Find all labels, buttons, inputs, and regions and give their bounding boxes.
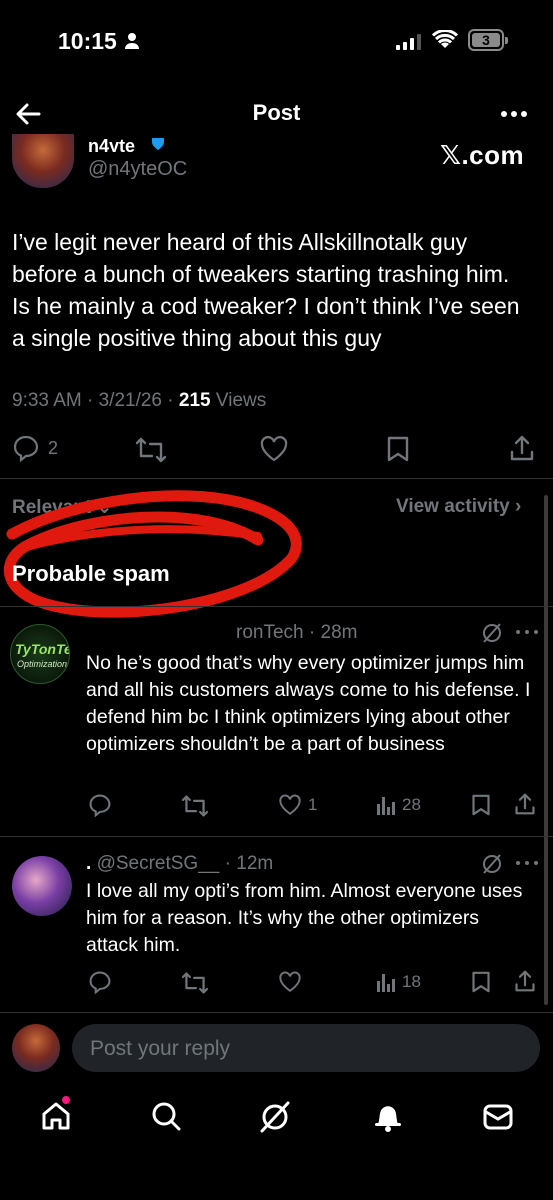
person-icon <box>125 33 139 49</box>
author-handle[interactable]: @n4yteOC <box>88 158 187 181</box>
reply-time: · 28m <box>308 622 358 643</box>
share-icon[interactable] <box>514 969 536 993</box>
views-icon <box>377 974 395 992</box>
reply-count: 2 <box>48 437 59 458</box>
views-count: 28 <box>402 795 421 814</box>
scrollbar[interactable] <box>544 495 548 1005</box>
view-activity-link[interactable]: View activity › <box>396 496 521 518</box>
reply-input-placeholder: Post your reply <box>90 1037 231 1060</box>
post-text: I’ve legit never heard of this Allskilln… <box>12 229 520 351</box>
reply-header: ronTech · 28m <box>236 622 357 644</box>
reply-time: · 12m <box>224 853 274 874</box>
watermark: 𝕏.com <box>440 140 525 170</box>
like-button[interactable]: 1 <box>278 793 317 817</box>
more-icon[interactable] <box>515 858 539 868</box>
reply-handle[interactable]: @SecretSG__ <box>97 853 220 874</box>
repost-icon[interactable] <box>180 794 210 818</box>
avatar-logo-text: TyTonTech <box>15 641 69 657</box>
views-label: Views <box>215 390 267 411</box>
post-date: 3/21/26 <box>98 390 163 411</box>
like-count: 1 <box>308 795 318 814</box>
share-icon[interactable] <box>514 792 536 816</box>
bell-icon[interactable] <box>372 1100 404 1134</box>
views-button[interactable]: 18 <box>376 971 421 993</box>
reply-avatar[interactable]: TyTonTech Optimizations <box>10 624 70 684</box>
post-time: 9:33 AM <box>12 390 82 411</box>
reply-button[interactable]: 2 <box>12 434 58 462</box>
notification-dot <box>62 1096 70 1104</box>
more-icon[interactable] <box>500 102 528 126</box>
bookmark-icon[interactable] <box>471 793 491 817</box>
home-icon[interactable] <box>40 1100 72 1132</box>
section-title: Probable spam <box>12 561 170 586</box>
reply-name-fragment[interactable]: ronTech <box>236 622 304 643</box>
like-icon[interactable] <box>259 435 289 463</box>
grok-icon[interactable] <box>258 1100 292 1134</box>
divider <box>0 478 553 479</box>
red-circle-annotation <box>3 490 302 618</box>
wifi-icon <box>432 30 458 48</box>
share-icon[interactable] <box>509 434 535 462</box>
reply-name[interactable]: . <box>86 853 91 874</box>
views-count: 18 <box>402 972 421 991</box>
status-time: 10:15 <box>58 28 117 54</box>
reply-header: . @SecretSG__ · 12m <box>86 853 273 875</box>
more-icon[interactable] <box>515 627 539 637</box>
like-icon <box>279 794 301 815</box>
reply-icon[interactable] <box>88 793 112 817</box>
bookmark-icon[interactable] <box>471 970 491 994</box>
post-meta: 9:33 AM · 3/21/26 · 215 Views <box>12 390 267 411</box>
reply-icon[interactable] <box>88 970 112 994</box>
reply-text: I love all my opti’s from him. Almost ev… <box>86 880 523 956</box>
battery-icon: 3 <box>468 29 508 51</box>
signal-icon <box>396 34 421 50</box>
like-icon[interactable] <box>278 970 302 994</box>
reply-text: No he’s good that’s why every optimizer … <box>86 652 531 755</box>
divider <box>0 836 553 837</box>
avatar-logo-subtext: Optimizations <box>17 659 70 669</box>
views-button[interactable]: 28 <box>376 794 421 816</box>
grok-icon[interactable] <box>481 622 503 644</box>
author-name[interactable]: n4yte <box>88 136 135 152</box>
status-bar: 10:15 3 <box>0 0 553 80</box>
repost-icon[interactable] <box>134 436 168 464</box>
reply-avatar[interactable] <box>12 856 72 916</box>
search-icon[interactable] <box>150 1100 182 1132</box>
divider <box>0 606 553 607</box>
repost-icon[interactable] <box>180 971 210 995</box>
author-avatar[interactable] <box>12 134 74 188</box>
page-title: Post <box>252 100 301 125</box>
reply-icon <box>13 435 39 462</box>
verified-icon <box>152 138 164 150</box>
my-avatar[interactable] <box>12 1024 60 1072</box>
views-icon <box>377 797 395 815</box>
views-count: 215 <box>178 390 211 411</box>
battery-level: 3 <box>472 33 500 47</box>
bookmark-icon[interactable] <box>386 435 410 463</box>
mail-icon[interactable] <box>482 1102 514 1132</box>
divider <box>0 1012 553 1013</box>
grok-icon[interactable] <box>481 853 503 875</box>
